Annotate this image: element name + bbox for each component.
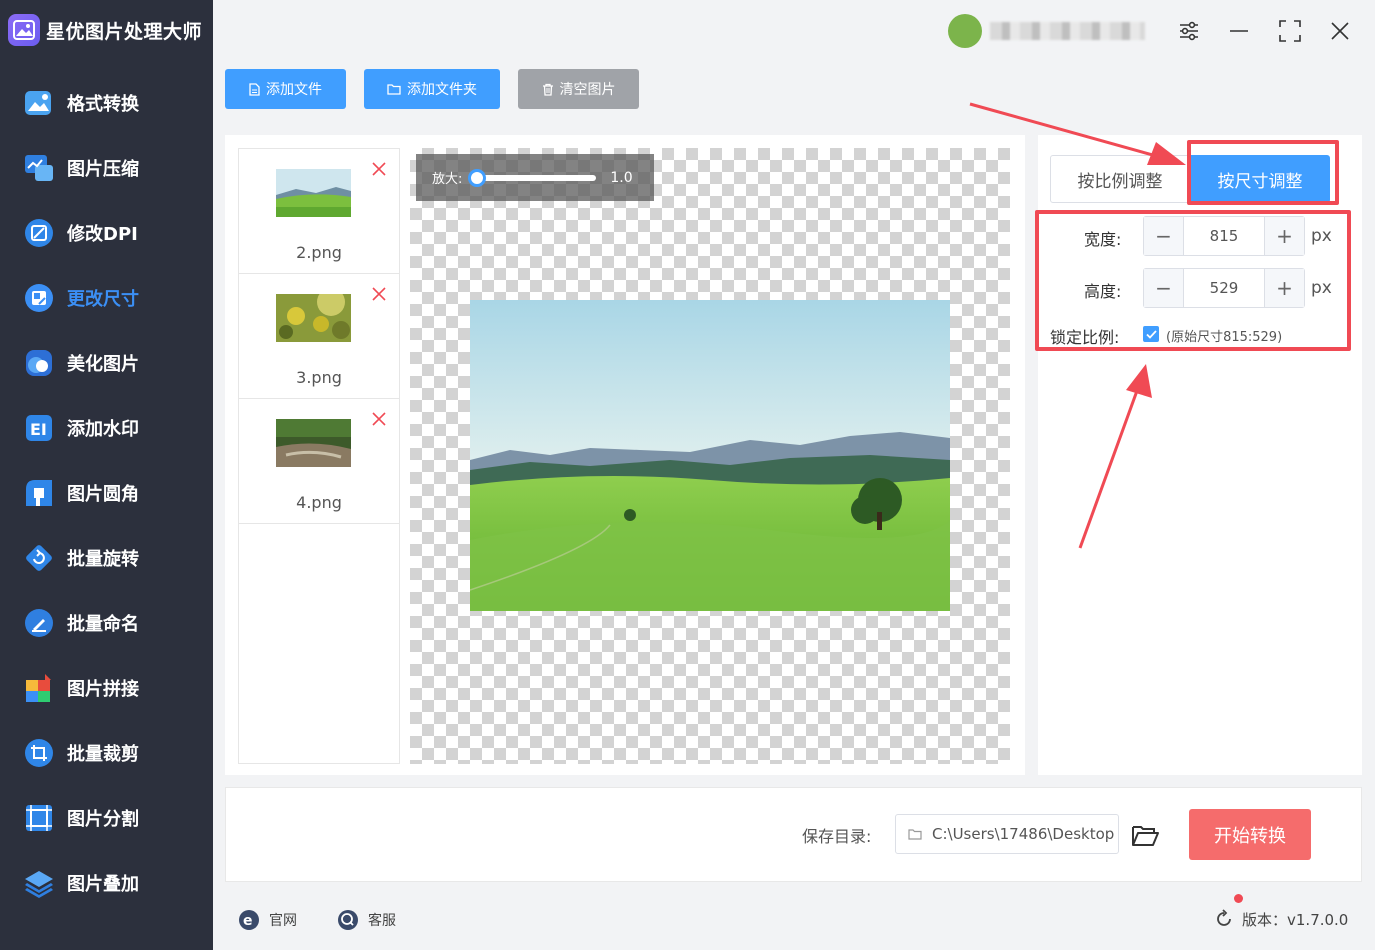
chat-icon: [337, 909, 359, 931]
browse-folder-icon[interactable]: [1130, 820, 1160, 850]
thumbnail: [276, 419, 351, 467]
sidebar-item-split[interactable]: 图片分割: [22, 798, 202, 838]
tab-scale-by-size[interactable]: 按尺寸调整: [1190, 155, 1330, 203]
support-link[interactable]: 客服: [337, 907, 396, 933]
list-item[interactable]: 2.png: [239, 149, 399, 274]
delete-icon[interactable]: [371, 411, 387, 427]
height-increase-button[interactable]: +: [1264, 269, 1304, 307]
add-folder-button[interactable]: 添加文件夹: [364, 69, 500, 109]
avatar[interactable]: [948, 14, 982, 48]
width-stepper: − +: [1143, 216, 1305, 256]
height-label: 高度:: [1084, 282, 1122, 301]
svg-text:EI: EI: [30, 420, 47, 439]
sidebar: 星优图片处理大师 格式转换 图片压缩 修改DPI 更改尺寸 美化图片 EI 添加…: [0, 0, 213, 950]
add-file-button[interactable]: 添加文件: [225, 69, 346, 109]
thumbnail: [276, 294, 351, 342]
list-item[interactable]: 3.png: [239, 274, 399, 399]
sidebar-item-crop[interactable]: 批量裁剪: [22, 733, 202, 773]
watermark-icon: EI: [22, 411, 56, 445]
minimize-icon[interactable]: [1222, 14, 1256, 48]
svg-text:e: e: [243, 913, 253, 929]
app-title: 星优图片处理大师: [8, 12, 202, 48]
file-list: 2.png 3.png 4.png: [238, 148, 400, 764]
format-convert-icon: [22, 86, 56, 120]
height-input[interactable]: [1184, 269, 1264, 307]
sidebar-item-rotate[interactable]: 批量旋转: [22, 538, 202, 578]
compress-icon: [22, 151, 56, 185]
zoom-slider-handle[interactable]: [468, 168, 487, 187]
clear-images-button[interactable]: 清空图片: [518, 69, 639, 109]
website-link[interactable]: e 官网: [238, 907, 297, 933]
zoom-control: 放大: 1.0: [416, 154, 654, 201]
folder-icon: [387, 83, 401, 95]
delete-icon[interactable]: [371, 161, 387, 177]
round-corner-icon: [22, 476, 56, 510]
width-input[interactable]: [1184, 217, 1264, 255]
original-size-note: (原始尺寸815:529): [1166, 330, 1283, 345]
height-unit: px: [1311, 278, 1332, 298]
zoom-slider[interactable]: [468, 168, 597, 187]
version-info[interactable]: 版本：v1.7.0.0: [1214, 905, 1348, 933]
dpi-icon: [22, 216, 56, 250]
crop-icon: [22, 736, 56, 770]
beautify-icon: [22, 346, 56, 380]
settings-icon[interactable]: [1172, 14, 1206, 48]
lock-ratio-label: 锁定比例:: [1050, 328, 1120, 347]
thumbnail: [276, 169, 351, 217]
sidebar-item-stitch[interactable]: 图片拼接: [22, 668, 202, 708]
rotate-icon: [22, 541, 56, 575]
resize-icon: [22, 281, 56, 315]
trash-icon: [542, 83, 554, 96]
sidebar-item-rename[interactable]: 批量命名: [22, 603, 202, 643]
list-item[interactable]: 4.png: [239, 399, 399, 524]
height-stepper: − +: [1143, 268, 1305, 308]
sidebar-item-dpi[interactable]: 修改DPI: [22, 213, 202, 253]
width-label: 宽度:: [1084, 230, 1122, 249]
save-directory-field[interactable]: C:\Users\17486\Desktop: [895, 814, 1119, 854]
user-name-blurred: [990, 22, 1145, 40]
save-directory-label: 保存目录:: [802, 827, 872, 846]
app-title-text: 星优图片处理大师: [46, 20, 203, 43]
file-icon: [249, 82, 260, 96]
sidebar-item-overlay[interactable]: 图片叠加: [22, 863, 202, 903]
sidebar-item-round-corner[interactable]: 图片圆角: [22, 473, 202, 513]
width-decrease-button[interactable]: −: [1144, 217, 1184, 255]
user-info[interactable]: [948, 14, 1148, 48]
sidebar-item-compress[interactable]: 图片压缩: [22, 148, 202, 188]
sidebar-item-beautify[interactable]: 美化图片: [22, 343, 202, 383]
start-convert-button[interactable]: 开始转换: [1189, 809, 1311, 860]
browser-icon: e: [238, 909, 260, 931]
refresh-icon: [1217, 909, 1231, 926]
overlay-icon: [22, 866, 56, 900]
sidebar-item-resize[interactable]: 更改尺寸: [22, 278, 202, 318]
sidebar-item-format-convert[interactable]: 格式转换: [22, 83, 202, 123]
preview-image: [470, 300, 950, 611]
lock-ratio-checkbox[interactable]: [1143, 326, 1159, 342]
app-logo-icon: [8, 14, 40, 46]
update-badge: [1234, 894, 1243, 903]
stitch-icon: [22, 671, 56, 705]
tab-scale-by-ratio[interactable]: 按比例调整: [1050, 155, 1190, 203]
maximize-icon[interactable]: [1273, 14, 1307, 48]
close-icon[interactable]: [1323, 14, 1357, 48]
width-unit: px: [1311, 226, 1332, 246]
height-decrease-button[interactable]: −: [1144, 269, 1184, 307]
width-increase-button[interactable]: +: [1264, 217, 1304, 255]
folder-small-icon: [908, 829, 922, 840]
delete-icon[interactable]: [371, 286, 387, 302]
rename-icon: [22, 606, 56, 640]
split-icon: [22, 801, 56, 835]
sidebar-item-watermark[interactable]: EI 添加水印: [22, 408, 202, 448]
